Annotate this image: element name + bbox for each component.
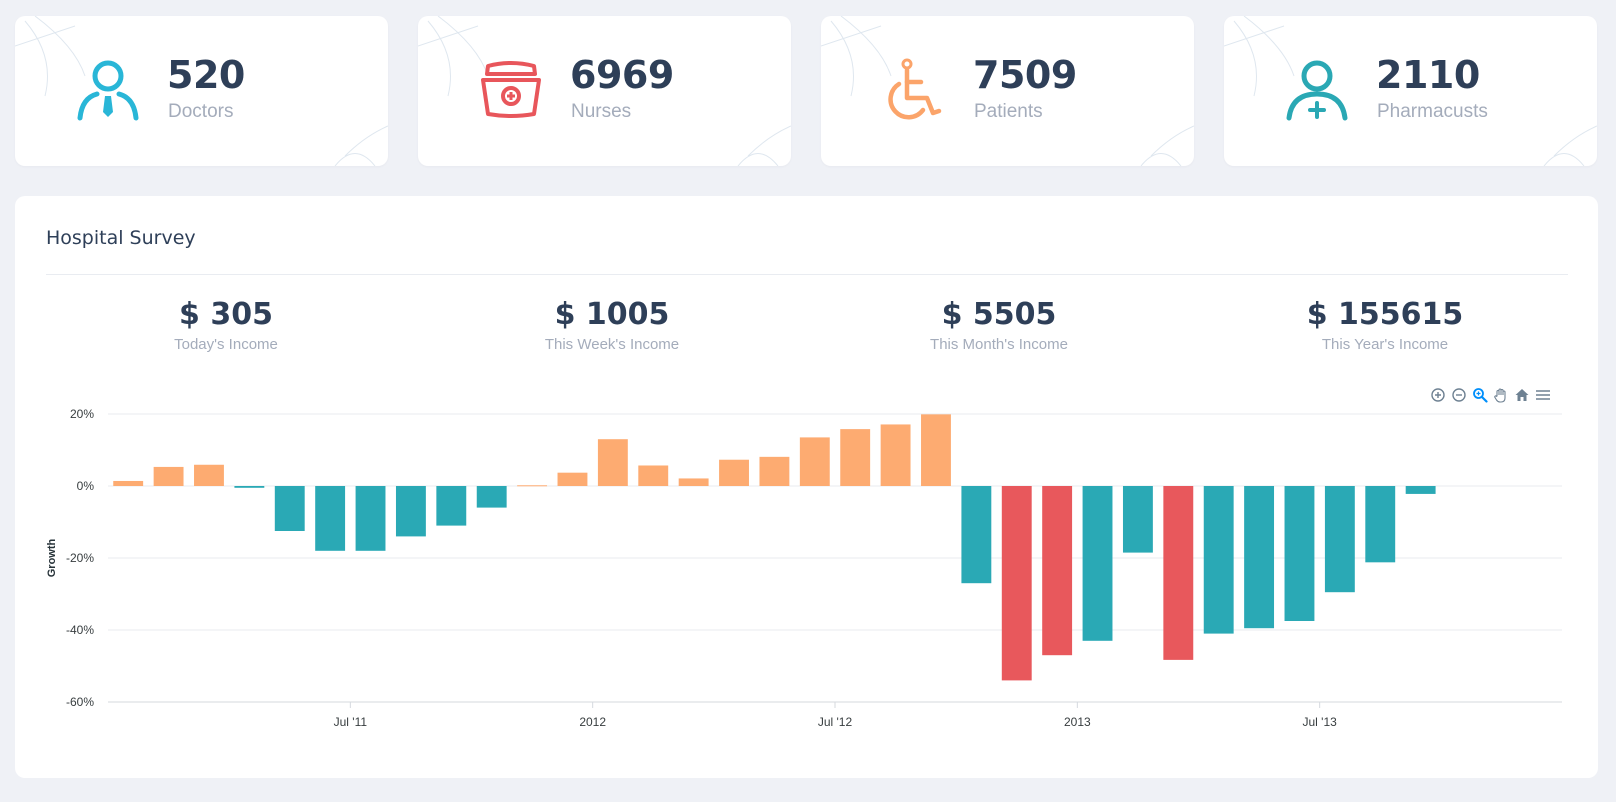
bar <box>557 472 588 486</box>
bar <box>961 486 992 584</box>
y-tick-label: -20% <box>66 551 94 565</box>
bar <box>1365 486 1396 563</box>
y-tick-label: 20% <box>70 407 94 421</box>
y-tick-label: -60% <box>66 695 94 709</box>
bar <box>1122 486 1153 553</box>
pan-hand-icon[interactable] <box>1493 387 1509 403</box>
bar <box>1163 486 1194 660</box>
bar <box>476 486 507 508</box>
zoom-out-icon[interactable] <box>1451 387 1467 403</box>
growth-bar-chart: 20% 0% -20% -40% -60% Jul '11 2012 Jul '12 2013 J… <box>46 407 1562 729</box>
bar <box>921 414 951 486</box>
bar <box>678 478 709 486</box>
bar <box>638 465 669 486</box>
bar <box>315 486 346 551</box>
y-tick-label: -40% <box>66 623 94 637</box>
bar <box>597 439 628 486</box>
bar <box>194 464 224 486</box>
x-tick-label: 2012 <box>579 715 606 729</box>
bar <box>113 480 144 486</box>
bar <box>1203 486 1234 634</box>
bar <box>840 429 871 486</box>
bar <box>355 486 386 551</box>
x-tick-label: Jul '13 <box>1303 715 1338 729</box>
bar <box>1042 486 1073 656</box>
x-tick-label: Jul '12 <box>818 715 853 729</box>
bar <box>799 437 830 486</box>
bar <box>719 459 749 486</box>
menu-icon[interactable] <box>1535 387 1551 403</box>
selection-zoom-icon[interactable] <box>1472 387 1488 403</box>
bar <box>1284 486 1315 621</box>
bar <box>153 466 184 486</box>
bar <box>1244 486 1275 629</box>
bar <box>1082 486 1113 641</box>
bar <box>234 486 265 488</box>
bar <box>274 486 305 531</box>
y-axis-title: Growth <box>46 538 58 577</box>
x-tick-label: 2013 <box>1064 715 1091 729</box>
bar <box>517 485 548 487</box>
reset-home-icon[interactable] <box>1514 387 1530 403</box>
chart-toolbar <box>1430 387 1551 403</box>
bar <box>436 486 467 526</box>
bar <box>1324 486 1355 593</box>
bar <box>395 486 426 537</box>
bar <box>880 424 911 486</box>
bar <box>1405 486 1436 494</box>
bar <box>759 456 790 486</box>
y-tick-label: 0% <box>77 479 95 493</box>
bar <box>1001 486 1032 681</box>
zoom-in-icon[interactable] <box>1430 387 1446 403</box>
x-tick-label: Jul '11 <box>334 715 368 729</box>
